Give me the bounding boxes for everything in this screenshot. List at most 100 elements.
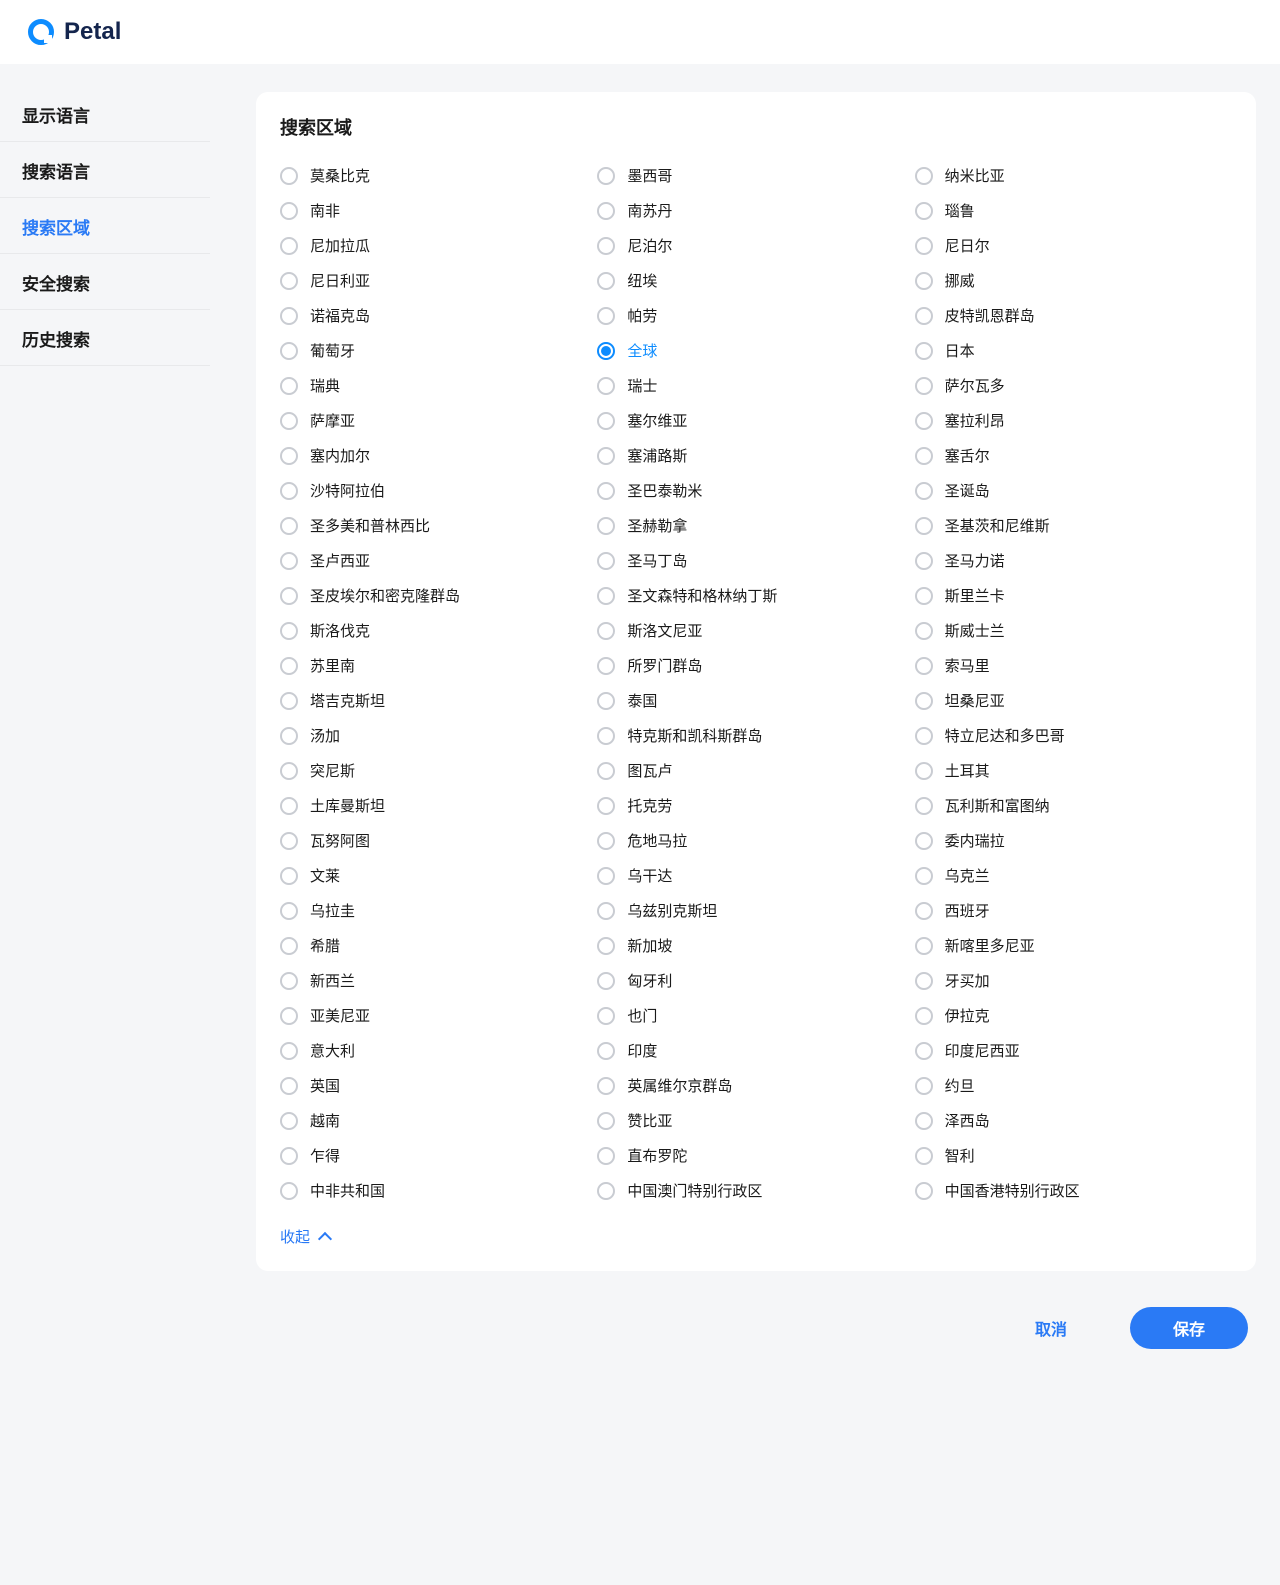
region-option[interactable]: 塞内加尔 bbox=[280, 438, 597, 473]
region-option[interactable]: 牙买加 bbox=[915, 963, 1232, 998]
region-option[interactable]: 新西兰 bbox=[280, 963, 597, 998]
region-option[interactable]: 圣多美和普林西比 bbox=[280, 508, 597, 543]
region-option[interactable]: 苏里南 bbox=[280, 648, 597, 683]
sidebar-item-search-language[interactable]: 搜索语言 bbox=[0, 144, 210, 198]
region-option[interactable]: 瑞典 bbox=[280, 368, 597, 403]
region-option[interactable]: 瑙鲁 bbox=[915, 193, 1232, 228]
region-option[interactable]: 塞尔维亚 bbox=[597, 403, 914, 438]
region-option[interactable]: 斯洛文尼亚 bbox=[597, 613, 914, 648]
region-option[interactable]: 特立尼达和多巴哥 bbox=[915, 718, 1232, 753]
region-option[interactable]: 新加坡 bbox=[597, 928, 914, 963]
sidebar-item-safe-search[interactable]: 安全搜索 bbox=[0, 256, 210, 310]
region-option[interactable]: 斯威士兰 bbox=[915, 613, 1232, 648]
region-option[interactable]: 诺福克岛 bbox=[280, 298, 597, 333]
region-option[interactable]: 坦桑尼亚 bbox=[915, 683, 1232, 718]
region-option[interactable]: 泽西岛 bbox=[915, 1103, 1232, 1138]
region-option[interactable]: 新喀里多尼亚 bbox=[915, 928, 1232, 963]
region-option[interactable]: 智利 bbox=[915, 1138, 1232, 1173]
region-option[interactable]: 圣巴泰勒米 bbox=[597, 473, 914, 508]
region-option[interactable]: 圣文森特和格林纳丁斯 bbox=[597, 578, 914, 613]
region-option[interactable]: 斯里兰卡 bbox=[915, 578, 1232, 613]
region-option[interactable]: 伊拉克 bbox=[915, 998, 1232, 1033]
region-option[interactable]: 瓦利斯和富图纳 bbox=[915, 788, 1232, 823]
region-option[interactable]: 圣赫勒拿 bbox=[597, 508, 914, 543]
region-option[interactable]: 沙特阿拉伯 bbox=[280, 473, 597, 508]
region-option[interactable]: 印度 bbox=[597, 1033, 914, 1068]
region-option[interactable]: 中国澳门特别行政区 bbox=[597, 1173, 914, 1208]
region-option[interactable]: 所罗门群岛 bbox=[597, 648, 914, 683]
region-option[interactable]: 圣基茨和尼维斯 bbox=[915, 508, 1232, 543]
region-option[interactable]: 意大利 bbox=[280, 1033, 597, 1068]
save-button[interactable]: 保存 bbox=[1130, 1307, 1248, 1349]
region-option[interactable]: 圣马丁岛 bbox=[597, 543, 914, 578]
region-option[interactable]: 葡萄牙 bbox=[280, 333, 597, 368]
region-option[interactable]: 中国香港特别行政区 bbox=[915, 1173, 1232, 1208]
region-option[interactable]: 匈牙利 bbox=[597, 963, 914, 998]
region-option[interactable]: 乌克兰 bbox=[915, 858, 1232, 893]
region-option[interactable]: 乌干达 bbox=[597, 858, 914, 893]
region-option[interactable]: 直布罗陀 bbox=[597, 1138, 914, 1173]
region-option[interactable]: 印度尼西亚 bbox=[915, 1033, 1232, 1068]
region-option[interactable]: 纽埃 bbox=[597, 263, 914, 298]
region-option[interactable]: 塔吉克斯坦 bbox=[280, 683, 597, 718]
region-option[interactable]: 乍得 bbox=[280, 1138, 597, 1173]
region-option[interactable]: 尼日利亚 bbox=[280, 263, 597, 298]
region-option[interactable]: 亚美尼亚 bbox=[280, 998, 597, 1033]
region-option[interactable]: 希腊 bbox=[280, 928, 597, 963]
region-option[interactable]: 尼泊尔 bbox=[597, 228, 914, 263]
region-option[interactable]: 圣皮埃尔和密克隆群岛 bbox=[280, 578, 597, 613]
region-option[interactable]: 危地马拉 bbox=[597, 823, 914, 858]
region-option[interactable]: 日本 bbox=[915, 333, 1232, 368]
region-option[interactable]: 托克劳 bbox=[597, 788, 914, 823]
region-option[interactable]: 全球 bbox=[597, 333, 914, 368]
region-option[interactable]: 汤加 bbox=[280, 718, 597, 753]
region-option[interactable]: 塞拉利昂 bbox=[915, 403, 1232, 438]
region-option[interactable]: 突尼斯 bbox=[280, 753, 597, 788]
region-option[interactable]: 约旦 bbox=[915, 1068, 1232, 1103]
region-option[interactable]: 圣诞岛 bbox=[915, 473, 1232, 508]
region-option[interactable]: 赞比亚 bbox=[597, 1103, 914, 1138]
region-option[interactable]: 特克斯和凯科斯群岛 bbox=[597, 718, 914, 753]
region-option[interactable]: 纳米比亚 bbox=[915, 158, 1232, 193]
region-option[interactable]: 南苏丹 bbox=[597, 193, 914, 228]
sidebar-item-search-region[interactable]: 搜索区域 bbox=[0, 200, 210, 254]
region-option[interactable]: 乌拉圭 bbox=[280, 893, 597, 928]
region-option[interactable]: 瑞士 bbox=[597, 368, 914, 403]
region-option[interactable]: 泰国 bbox=[597, 683, 914, 718]
sidebar-item-history-search[interactable]: 历史搜索 bbox=[0, 312, 210, 366]
region-option[interactable]: 斯洛伐克 bbox=[280, 613, 597, 648]
region-option[interactable]: 塞舌尔 bbox=[915, 438, 1232, 473]
radio-icon bbox=[280, 202, 298, 220]
region-option[interactable]: 越南 bbox=[280, 1103, 597, 1138]
region-option[interactable]: 土库曼斯坦 bbox=[280, 788, 597, 823]
region-option[interactable]: 尼日尔 bbox=[915, 228, 1232, 263]
region-option[interactable]: 文莱 bbox=[280, 858, 597, 893]
region-label: 乌兹别克斯坦 bbox=[627, 900, 717, 921]
region-option[interactable]: 萨尔瓦多 bbox=[915, 368, 1232, 403]
region-option[interactable]: 塞浦路斯 bbox=[597, 438, 914, 473]
collapse-toggle[interactable]: 收起 bbox=[280, 1226, 1232, 1251]
region-option[interactable]: 乌兹别克斯坦 bbox=[597, 893, 914, 928]
region-option[interactable]: 西班牙 bbox=[915, 893, 1232, 928]
region-option[interactable]: 英国 bbox=[280, 1068, 597, 1103]
region-option[interactable]: 中非共和国 bbox=[280, 1173, 597, 1208]
region-option[interactable]: 南非 bbox=[280, 193, 597, 228]
cancel-button[interactable]: 取消 bbox=[992, 1307, 1110, 1349]
sidebar-item-display-language[interactable]: 显示语言 bbox=[0, 88, 210, 142]
region-option[interactable]: 瓦努阿图 bbox=[280, 823, 597, 858]
region-option[interactable]: 英属维尔京群岛 bbox=[597, 1068, 914, 1103]
region-option[interactable]: 圣马力诺 bbox=[915, 543, 1232, 578]
region-option[interactable]: 挪威 bbox=[915, 263, 1232, 298]
region-option[interactable]: 莫桑比克 bbox=[280, 158, 597, 193]
region-option[interactable]: 萨摩亚 bbox=[280, 403, 597, 438]
region-option[interactable]: 委内瑞拉 bbox=[915, 823, 1232, 858]
region-option[interactable]: 土耳其 bbox=[915, 753, 1232, 788]
region-option[interactable]: 帕劳 bbox=[597, 298, 914, 333]
region-option[interactable]: 索马里 bbox=[915, 648, 1232, 683]
region-option[interactable]: 皮特凯恩群岛 bbox=[915, 298, 1232, 333]
region-option[interactable]: 图瓦卢 bbox=[597, 753, 914, 788]
region-option[interactable]: 圣卢西亚 bbox=[280, 543, 597, 578]
region-option[interactable]: 也门 bbox=[597, 998, 914, 1033]
region-option[interactable]: 尼加拉瓜 bbox=[280, 228, 597, 263]
region-option[interactable]: 墨西哥 bbox=[597, 158, 914, 193]
